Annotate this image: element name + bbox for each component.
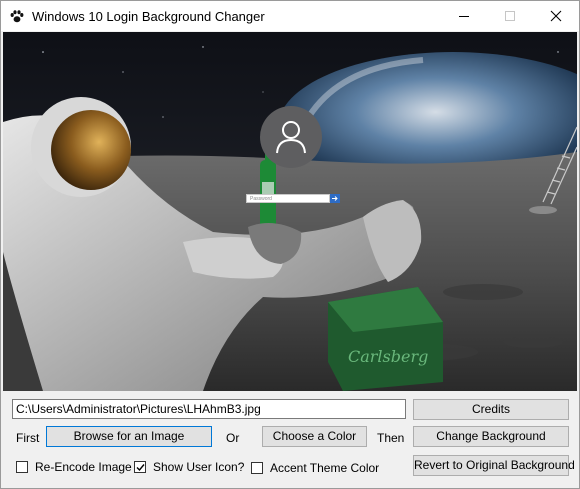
accent-theme-color-checkbox[interactable]: Accent Theme Color	[251, 461, 381, 477]
choose-color-button[interactable]: Choose a Color	[262, 426, 367, 447]
password-field-preview: Password	[246, 194, 330, 203]
checkmark-icon	[136, 464, 145, 472]
then-label: Then	[377, 431, 405, 445]
user-icon	[276, 121, 306, 154]
show-user-icon-checkbox-label: Show User Icon?	[153, 460, 245, 474]
background-image: Carlsberg	[3, 32, 577, 391]
show-user-icon-checkbox[interactable]: Show User Icon?	[134, 460, 244, 476]
login-background-preview: Carlsberg Password	[3, 32, 577, 391]
minimize-button[interactable]	[441, 1, 487, 31]
paw-icon	[10, 10, 24, 23]
browse-image-button[interactable]: Browse for an Image	[46, 426, 212, 447]
maximize-icon	[505, 11, 515, 21]
first-label: First	[16, 431, 40, 445]
title-bar[interactable]: Windows 10 Login Background Changer	[1, 1, 579, 31]
or-label: Or	[226, 431, 240, 445]
credits-button[interactable]: Credits	[413, 399, 569, 420]
change-background-button[interactable]: Change Background	[413, 426, 569, 447]
close-icon	[550, 10, 562, 22]
close-button[interactable]	[533, 1, 579, 31]
image-path-input[interactable]	[12, 399, 406, 419]
arrow-right-icon	[332, 196, 338, 201]
accent-theme-checkbox-label: Accent Theme Color	[270, 461, 380, 475]
minimize-icon	[459, 16, 469, 17]
maximize-button[interactable]	[487, 1, 533, 31]
reencode-image-checkbox[interactable]: Re-Encode Image	[16, 460, 132, 476]
app-window: Windows 10 Login Background Changer Carl…	[0, 0, 580, 489]
svg-text:Carlsberg: Carlsberg	[348, 347, 428, 366]
password-submit-preview	[330, 194, 340, 203]
window-title: Windows 10 Login Background Changer	[32, 9, 265, 24]
user-avatar	[260, 106, 322, 168]
reencode-checkbox-label: Re-Encode Image	[35, 460, 132, 474]
revert-background-button[interactable]: Revert to Original Background	[413, 455, 575, 476]
show-user-icon-checkbox-box[interactable]	[134, 461, 146, 473]
accent-theme-checkbox-box[interactable]	[251, 462, 263, 474]
reencode-checkbox-box[interactable]	[16, 461, 28, 473]
